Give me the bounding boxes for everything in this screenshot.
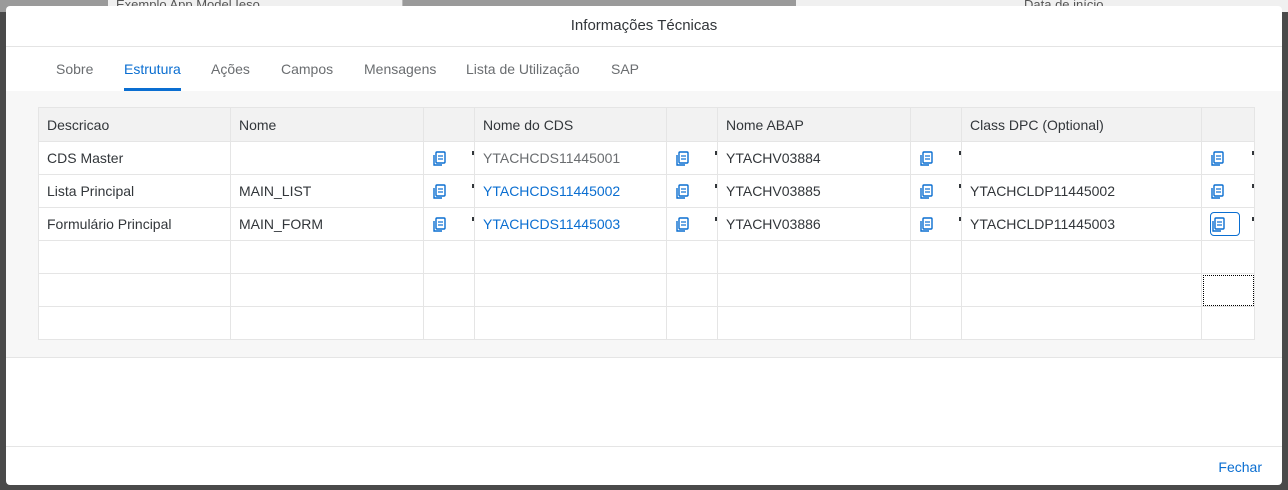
copy-cds-button[interactable] [675,147,703,169]
copy-dpc-button[interactable] [1210,212,1240,236]
column-header-nome: Nome [230,107,424,142]
cell-descricao: Formulário Principal [38,207,231,241]
tab-estrutura[interactable]: Estrutura [124,47,181,91]
column-header-copy [666,107,718,142]
column-header-descricao: Descricao [38,107,231,142]
table-row: CDS Master YTACHCDS11445001 YTACHV03884 [38,141,1255,175]
table-row: Lista Principal MAIN_LIST YTACHCDS114450… [38,174,1255,208]
copy-dpc-button[interactable] [1210,180,1238,202]
table-row-empty [38,273,1255,307]
copy-icon [433,217,446,232]
tab-acoes[interactable]: Ações [211,47,250,91]
copy-icon [920,184,933,199]
cell-descricao: Lista Principal [38,174,231,208]
table-row: Formulário Principal MAIN_FORM YTACHCDS1… [38,207,1255,241]
close-button[interactable]: Fechar [1218,447,1262,485]
cell-class-dpc: YTACHCLDP11445002 [961,174,1202,208]
column-header-nome-abap: Nome ABAP [717,107,911,142]
tab-sobre[interactable]: Sobre [56,47,93,91]
cell-nome [230,141,424,175]
tab-bar: Sobre Estrutura Ações Campos Mensagens L… [6,47,1282,92]
tab-campos[interactable]: Campos [281,47,333,91]
copy-cds-button[interactable] [675,213,703,235]
cell-nome-cds-link[interactable]: YTACHCDS11445002 [474,174,667,208]
copy-icon [433,151,446,166]
structure-panel: Descricao Nome Nome do CDS Nome ABAP Cla… [6,91,1282,358]
column-header-copy [423,107,475,142]
selected-cell[interactable] [1201,273,1255,307]
cell-nome-cds: YTACHCDS11445001 [474,141,667,175]
cell-nome-cds-link[interactable]: YTACHCDS11445003 [474,207,667,241]
tab-mensagens[interactable]: Mensagens [364,47,436,91]
copy-icon [433,184,446,199]
copy-icon [676,151,689,166]
table-row-empty [38,306,1255,340]
copy-abap-button[interactable] [919,213,947,235]
copy-icon [676,184,689,199]
column-header-copy [910,107,962,142]
copy-nome-button[interactable] [432,180,460,202]
cell-class-dpc: YTACHCLDP11445003 [961,207,1202,241]
cell-nome-abap: YTACHV03885 [717,174,911,208]
column-header-copy [1201,107,1255,142]
copy-icon [1211,184,1224,199]
tab-lista-utilizacao[interactable]: Lista de Utilização [466,47,580,91]
copy-icon [1211,151,1224,166]
copy-icon [676,217,689,232]
copy-cds-button[interactable] [675,180,703,202]
technical-info-dialog: Informações Técnicas Sobre Estrutura Açõ… [6,6,1282,485]
cell-descricao: CDS Master [38,141,231,175]
tab-sap[interactable]: SAP [611,47,639,91]
dialog-title: Informações Técnicas [6,6,1282,47]
copy-icon [920,151,933,166]
structure-table: Descricao Nome Nome do CDS Nome ABAP Cla… [38,107,1255,340]
cell-nome: MAIN_LIST [230,174,424,208]
cell-nome-abap: YTACHV03886 [717,207,911,241]
copy-nome-button[interactable] [432,213,460,235]
copy-dpc-button[interactable] [1210,147,1238,169]
copy-icon [920,217,933,232]
copy-abap-button[interactable] [919,180,947,202]
cell-class-dpc [961,141,1202,175]
copy-abap-button[interactable] [919,147,947,169]
column-header-nome-cds: Nome do CDS [474,107,667,142]
cell-nome-abap: YTACHV03884 [717,141,911,175]
dialog-footer: Fechar [6,446,1282,485]
column-header-class-dpc: Class DPC (Optional) [961,107,1202,142]
table-row-empty [38,240,1255,274]
copy-icon [1212,217,1225,232]
cell-nome: MAIN_FORM [230,207,424,241]
copy-nome-button[interactable] [432,147,460,169]
table-header-row: Descricao Nome Nome do CDS Nome ABAP Cla… [38,107,1255,142]
